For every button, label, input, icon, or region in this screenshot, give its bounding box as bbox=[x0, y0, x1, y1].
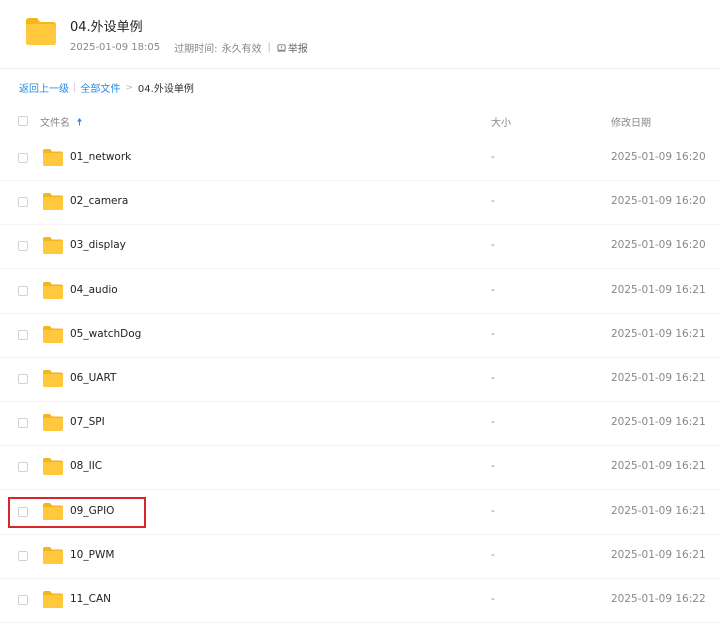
file-modified-date: 2025-01-09 16:21 bbox=[611, 504, 706, 517]
row-checkbox[interactable] bbox=[18, 374, 28, 384]
expire-value: 永久有效 bbox=[221, 44, 262, 55]
folder-icon bbox=[43, 325, 63, 343]
file-name[interactable]: 08_IIC bbox=[70, 460, 102, 472]
file-size: - bbox=[491, 593, 495, 605]
select-all-checkbox[interactable] bbox=[18, 116, 28, 126]
folder-icon bbox=[43, 193, 63, 211]
file-name[interactable]: 01_network bbox=[70, 151, 131, 163]
file-modified-date: 2025-01-09 16:20 bbox=[611, 151, 706, 163]
folder-icon bbox=[43, 591, 63, 608]
file-modified-date: 2025-01-09 16:21 bbox=[611, 372, 706, 384]
row-checkbox[interactable] bbox=[18, 153, 28, 163]
column-date-header: 修改日期 bbox=[611, 118, 651, 129]
file-name[interactable]: 05_watchDog bbox=[70, 328, 141, 340]
sort-ascending-icon[interactable] bbox=[76, 117, 83, 127]
column-name-label: 文件名 bbox=[40, 118, 70, 129]
row-checkbox[interactable] bbox=[18, 197, 28, 208]
row-checkbox[interactable] bbox=[18, 418, 28, 429]
table-row[interactable]: 09_GPIO - 2025-01-09 16:21 bbox=[0, 490, 720, 535]
table-row[interactable]: 06_UART - 2025-01-09 16:21 bbox=[0, 357, 720, 402]
file-modified-date: 2025-01-09 16:21 bbox=[611, 548, 706, 561]
report-button[interactable]: 举报 bbox=[277, 40, 308, 55]
row-checkbox[interactable] bbox=[18, 595, 28, 605]
breadcrumb: 返回上一级 | 全部文件 > 04.外设单例 bbox=[19, 80, 194, 95]
all-files-link[interactable]: 全部文件 bbox=[80, 80, 120, 95]
folder-icon bbox=[26, 18, 56, 45]
row-checkbox[interactable] bbox=[18, 506, 28, 517]
file-name[interactable]: 09_GPIO bbox=[70, 505, 114, 517]
folder-icon bbox=[43, 458, 63, 476]
file-name[interactable]: 11_CAN bbox=[70, 593, 111, 605]
file-size: - bbox=[491, 504, 495, 517]
table-row[interactable]: 07_SPI - 2025-01-09 16:21 bbox=[0, 401, 720, 447]
share-meta: 2025-01-09 18:05 过期时间: 永久有效 | 举报 bbox=[70, 40, 308, 55]
share-header: 04.外设单例 2025-01-09 18:05 过期时间: 永久有效 | 举报 bbox=[0, 0, 720, 69]
report-label: 举报 bbox=[287, 44, 308, 55]
folder-icon bbox=[43, 281, 63, 299]
file-modified-date: 2025-01-09 16:21 bbox=[611, 460, 706, 473]
alert-icon bbox=[277, 44, 286, 52]
file-modified-date: 2025-01-09 16:20 bbox=[611, 239, 706, 252]
folder-icon bbox=[43, 546, 63, 564]
file-modified-date: 2025-01-09 16:21 bbox=[611, 416, 706, 429]
row-checkbox[interactable] bbox=[18, 241, 28, 252]
table-row[interactable]: 03_display - 2025-01-09 16:20 bbox=[0, 224, 720, 270]
file-size: - bbox=[491, 416, 495, 429]
folder-icon bbox=[43, 414, 63, 432]
file-name[interactable]: 07_SPI bbox=[70, 416, 105, 428]
share-date: 2025-01-09 18:05 bbox=[70, 42, 161, 53]
folder-icon bbox=[43, 370, 63, 387]
table-row[interactable]: 01_network - 2025-01-09 16:20 bbox=[0, 136, 720, 181]
column-size-header: 大小 bbox=[491, 118, 511, 129]
table-row[interactable]: 04_audio - 2025-01-09 16:21 bbox=[0, 269, 720, 314]
share-page: 04.外设单例 2025-01-09 18:05 过期时间: 永久有效 | 举报… bbox=[0, 0, 720, 640]
column-name-header[interactable]: 文件名 bbox=[40, 114, 83, 129]
file-size: - bbox=[491, 372, 495, 384]
table-row[interactable]: 10_PWM - 2025-01-09 16:21 bbox=[0, 534, 720, 579]
file-name[interactable]: 03_display bbox=[70, 239, 126, 251]
folder-icon bbox=[43, 237, 63, 255]
table-header: 文件名 大小 修改日期 bbox=[0, 108, 720, 136]
page-title: 04.外设单例 bbox=[70, 20, 143, 35]
file-size: - bbox=[491, 195, 495, 208]
file-name[interactable]: 02_camera bbox=[70, 195, 128, 207]
file-size: - bbox=[491, 239, 495, 252]
file-size: - bbox=[491, 460, 495, 473]
file-name[interactable]: 06_UART bbox=[70, 372, 116, 384]
row-checkbox[interactable] bbox=[18, 462, 28, 473]
row-checkbox[interactable] bbox=[18, 285, 28, 296]
row-checkbox[interactable] bbox=[18, 550, 28, 561]
file-modified-date: 2025-01-09 16:21 bbox=[611, 283, 706, 296]
file-name[interactable]: 10_PWM bbox=[70, 549, 114, 561]
file-size: - bbox=[491, 327, 495, 340]
file-modified-date: 2025-01-09 16:21 bbox=[611, 327, 706, 340]
file-size: - bbox=[491, 548, 495, 561]
row-checkbox[interactable] bbox=[18, 329, 28, 340]
chevron-right-icon: > bbox=[125, 82, 133, 93]
breadcrumb-divider: | bbox=[73, 82, 77, 93]
file-size: - bbox=[491, 151, 495, 163]
expire-label: 过期时间: bbox=[174, 44, 218, 55]
file-modified-date: 2025-01-09 16:20 bbox=[611, 195, 706, 208]
table-row[interactable]: 08_IIC - 2025-01-09 16:21 bbox=[0, 445, 720, 491]
file-modified-date: 2025-01-09 16:22 bbox=[611, 593, 706, 605]
table-row[interactable]: 11_CAN - 2025-01-09 16:22 bbox=[0, 578, 720, 623]
table-row[interactable]: 02_camera - 2025-01-09 16:20 bbox=[0, 180, 720, 226]
breadcrumb-current: 04.外设单例 bbox=[137, 84, 194, 95]
folder-icon bbox=[43, 502, 63, 520]
file-name[interactable]: 04_audio bbox=[70, 284, 118, 296]
folder-icon bbox=[43, 149, 63, 166]
back-link[interactable]: 返回上一级 bbox=[19, 80, 69, 95]
table-row[interactable]: 05_watchDog - 2025-01-09 16:21 bbox=[0, 313, 720, 358]
file-size: - bbox=[491, 283, 495, 296]
